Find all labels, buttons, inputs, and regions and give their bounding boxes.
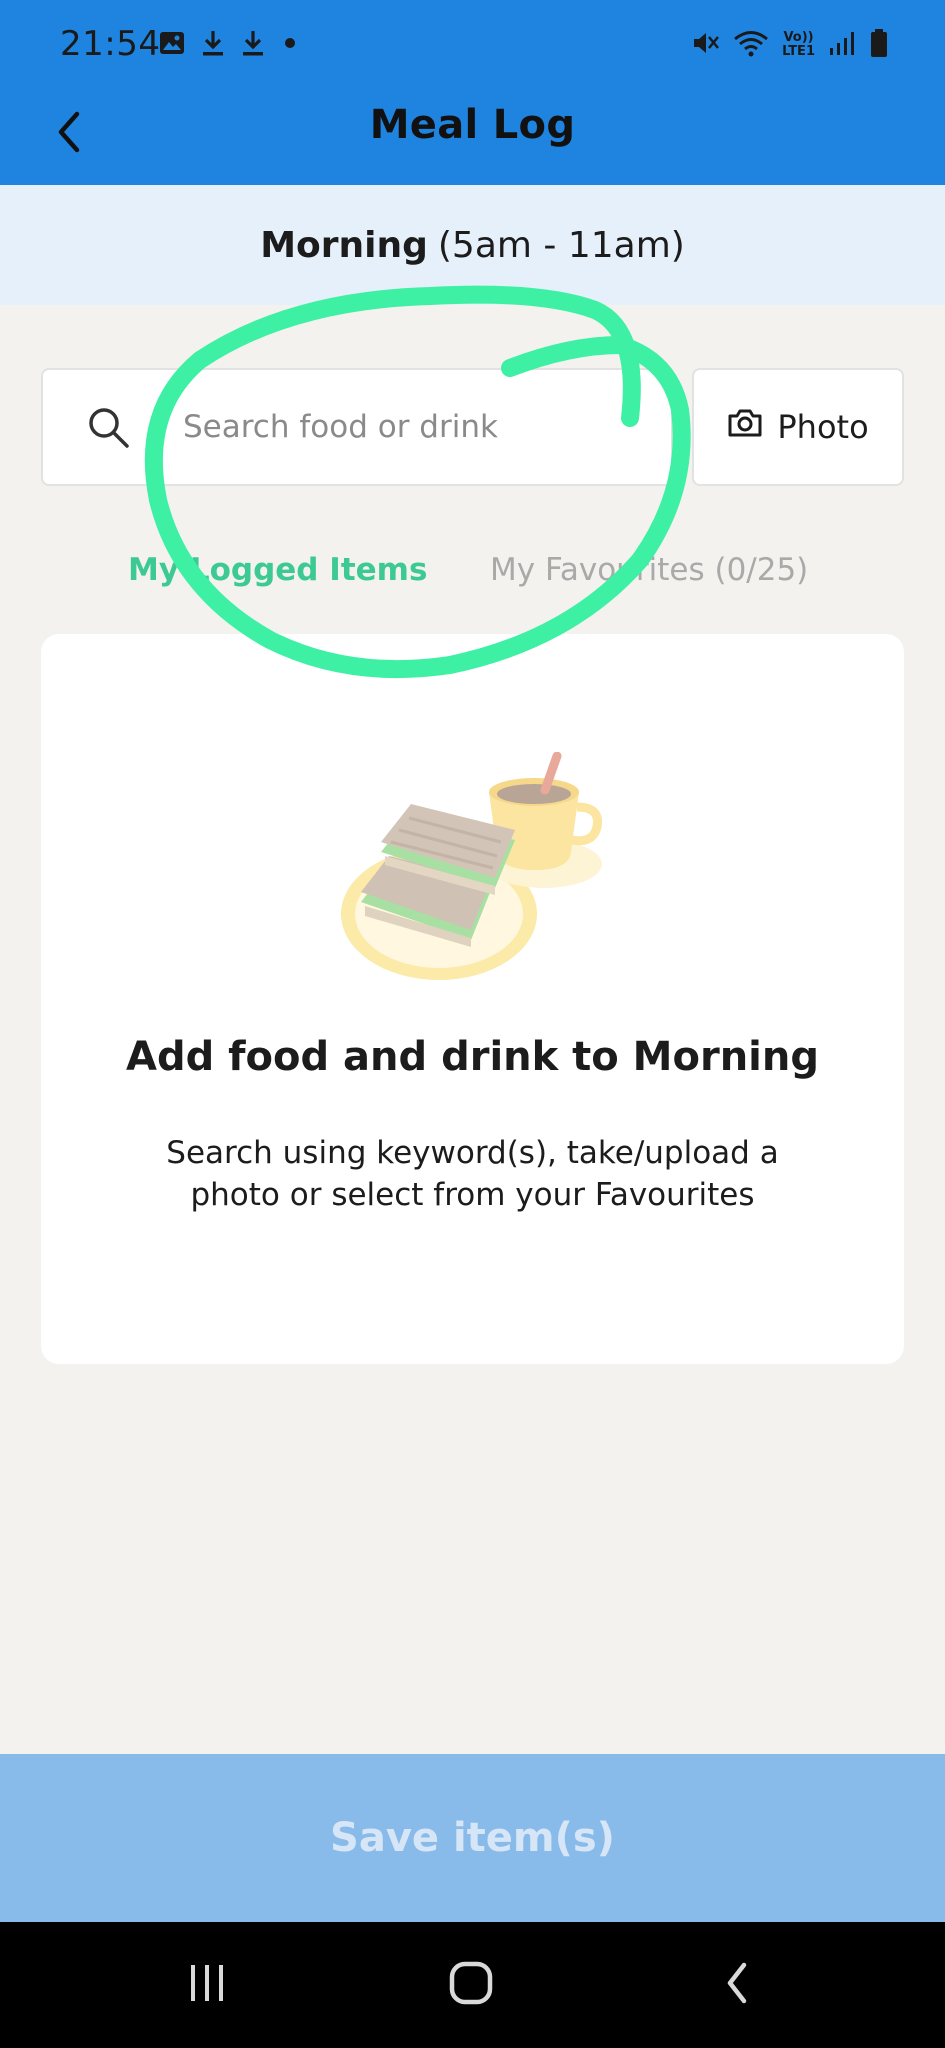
home-icon bbox=[447, 1959, 495, 2011]
status-left-icons bbox=[158, 28, 300, 62]
empty-state-card: Add food and drink to Morning Search usi… bbox=[41, 634, 904, 1364]
tab-my-logged-items[interactable]: My Logged Items bbox=[128, 552, 427, 588]
app-bar: Meal Log bbox=[0, 90, 945, 185]
download-icon bbox=[240, 28, 266, 62]
search-input[interactable] bbox=[183, 409, 623, 445]
camera-icon bbox=[727, 408, 763, 446]
tabs: My Logged Items My Favourites (0/25) bbox=[0, 540, 945, 604]
search-box[interactable] bbox=[41, 368, 673, 486]
dot-icon bbox=[280, 33, 300, 57]
photo-button-label: Photo bbox=[777, 408, 869, 446]
volte-label-top: Vo)) bbox=[783, 30, 814, 45]
system-nav-bar bbox=[0, 1922, 945, 2048]
save-items-button[interactable]: Save item(s) bbox=[0, 1754, 945, 1922]
toast-and-coffee-illustration bbox=[339, 751, 659, 992]
mute-icon bbox=[690, 28, 720, 62]
download-icon bbox=[200, 28, 226, 62]
back-icon bbox=[722, 1960, 752, 2010]
nav-back-button[interactable] bbox=[692, 1952, 782, 2018]
header: 21:54 Vo)) LTE1 Meal Log bbox=[0, 0, 945, 185]
period-range: (5am - 11am) bbox=[437, 224, 685, 266]
recents-icon bbox=[185, 1961, 229, 2009]
volte-icon: Vo)) LTE1 bbox=[782, 31, 815, 59]
page-title: Meal Log bbox=[369, 102, 576, 148]
volte-label-bottom: LTE1 bbox=[782, 44, 815, 59]
status-right-icons: Vo)) LTE1 bbox=[690, 28, 889, 62]
status-time: 21:54 bbox=[60, 24, 161, 64]
empty-state-subtitle: Search using keyword(s), take/upload a p… bbox=[166, 1135, 779, 1213]
nav-home-button[interactable] bbox=[426, 1952, 516, 2018]
empty-state-title: Add food and drink to Morning bbox=[125, 1034, 819, 1080]
tab-my-favourites[interactable]: My Favourites (0/25) bbox=[490, 552, 808, 588]
nav-recents-button[interactable] bbox=[162, 1952, 252, 2018]
photo-button[interactable]: Photo bbox=[692, 368, 904, 486]
search-icon bbox=[85, 404, 131, 450]
wifi-icon bbox=[732, 28, 770, 62]
status-bar: 21:54 Vo)) LTE1 bbox=[0, 0, 945, 90]
meal-period-bar: Morning (5am - 11am) bbox=[0, 185, 945, 305]
signal-icon bbox=[827, 28, 857, 62]
period-name: Morning bbox=[260, 224, 428, 266]
image-icon bbox=[158, 29, 186, 61]
battery-icon bbox=[869, 28, 889, 62]
